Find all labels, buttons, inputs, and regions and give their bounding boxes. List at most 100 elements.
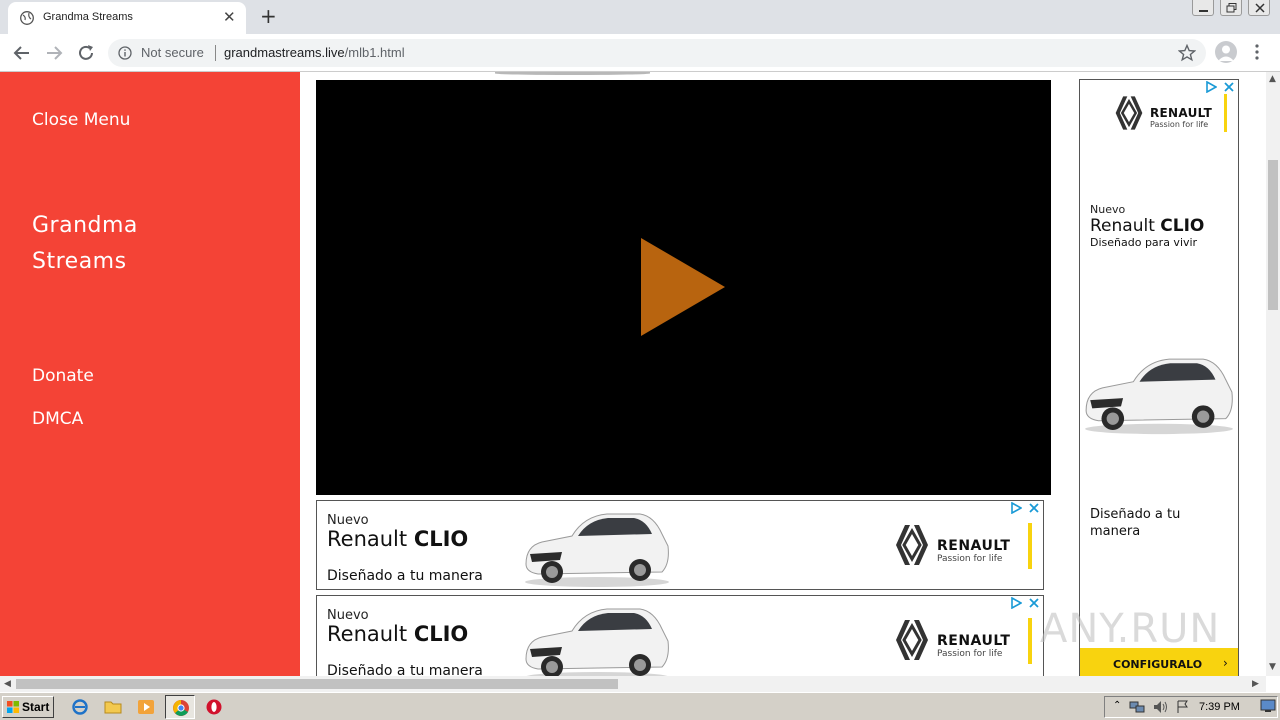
clock[interactable]: 7:39 PM bbox=[1199, 701, 1240, 713]
tab-grandma-streams[interactable]: Grandma Streams ✕ bbox=[8, 2, 246, 34]
donate-link[interactable]: Donate bbox=[32, 366, 94, 386]
minimize-button[interactable] bbox=[1192, 0, 1214, 16]
browser-toolbar: Not secure grandmastreams.live/mlb1.html bbox=[0, 34, 1280, 72]
ad-model-brand: Renault bbox=[327, 622, 414, 646]
volume-icon[interactable] bbox=[1153, 700, 1169, 714]
ad-model-name: CLIO bbox=[413, 622, 469, 646]
bookmark-star-icon[interactable] bbox=[1178, 44, 1196, 62]
ad-model-name: CLIO bbox=[1160, 216, 1205, 236]
vertical-scroll-thumb[interactable] bbox=[1268, 160, 1278, 310]
ad-model-brand: Renault bbox=[327, 527, 414, 551]
car-image bbox=[1085, 358, 1233, 435]
opera-icon[interactable] bbox=[205, 698, 223, 716]
ad-accent-bar bbox=[1224, 94, 1227, 132]
url-path: /mlb1.html bbox=[344, 45, 405, 60]
info-icon[interactable] bbox=[118, 46, 132, 60]
show-desktop-icon[interactable] bbox=[1260, 699, 1276, 713]
ad-brand: RENAULT bbox=[937, 538, 1011, 554]
ad-nuevo: Nuevo bbox=[327, 513, 369, 528]
ad-brand: RENAULT bbox=[937, 633, 1011, 649]
dmca-link[interactable]: DMCA bbox=[32, 409, 83, 429]
windows-logo-icon bbox=[7, 701, 19, 713]
ad-brand: RENAULT bbox=[1150, 106, 1213, 120]
anyrun-watermark: ANY.RUN bbox=[1040, 606, 1221, 652]
vertical-scrollbar[interactable]: ▲ ▼ bbox=[1266, 72, 1280, 676]
ad-model-brand: Renault bbox=[1090, 216, 1161, 236]
ad-choices bbox=[1205, 81, 1235, 93]
site-title-line1: Grandma bbox=[32, 213, 138, 238]
adchoices-icon[interactable] bbox=[1010, 502, 1022, 514]
video-player[interactable] bbox=[316, 80, 1051, 495]
address-bar[interactable]: Not secure grandmastreams.live/mlb1.html bbox=[108, 39, 1206, 67]
ad-accent-bar bbox=[1028, 618, 1032, 664]
renault-logo-icon bbox=[896, 620, 928, 660]
close-menu-link[interactable]: Close Menu bbox=[32, 110, 130, 130]
start-label: Start bbox=[22, 700, 50, 714]
url-host: grandmastreams.live bbox=[224, 45, 345, 60]
new-tab-button[interactable]: + bbox=[260, 5, 277, 27]
ad-slogan: Passion for life bbox=[937, 649, 1003, 659]
scroll-down-icon[interactable]: ▼ bbox=[1269, 662, 1276, 672]
tray-expand-icon[interactable]: ⌃ bbox=[1113, 700, 1121, 711]
car-image bbox=[525, 513, 669, 587]
forward-icon[interactable] bbox=[43, 42, 65, 64]
ad-tagline: Diseñado a tu manera bbox=[327, 663, 483, 676]
ad-slogan: Passion for life bbox=[937, 554, 1003, 564]
taskbar: Start ⌃ 7:39 PM bbox=[0, 692, 1280, 720]
adchoices-icon[interactable] bbox=[1205, 81, 1217, 93]
network-icon[interactable] bbox=[1129, 700, 1145, 714]
scroll-right-icon[interactable]: ▶ bbox=[1252, 679, 1259, 689]
horizontal-scroll-thumb[interactable] bbox=[16, 679, 618, 689]
back-icon[interactable] bbox=[11, 42, 33, 64]
chrome-icon bbox=[173, 700, 189, 716]
system-tray: ⌃ 7:39 PM bbox=[1104, 696, 1278, 718]
ad-tagline: Diseñado a tu manera bbox=[1090, 507, 1181, 539]
adchoices-icon[interactable] bbox=[1010, 597, 1022, 609]
taskbar-chrome-button[interactable] bbox=[165, 695, 195, 719]
scroll-left-icon[interactable]: ◀ bbox=[4, 679, 11, 689]
header-shadow bbox=[495, 72, 650, 75]
renault-logo-icon bbox=[1115, 96, 1143, 130]
reload-icon[interactable] bbox=[75, 42, 97, 64]
ad-nuevo: Nuevo bbox=[1090, 203, 1126, 216]
renault-banner-ad[interactable]: Nuevo Renault CLIO Diseñado a tu manera … bbox=[316, 595, 1044, 676]
action-center-flag-icon[interactable] bbox=[1175, 700, 1191, 714]
renault-skyscraper-ad[interactable]: RENAULT Passion for life Nuevo Renault C… bbox=[1079, 79, 1239, 676]
profile-avatar-icon[interactable] bbox=[1215, 41, 1237, 63]
web-page: Close Menu Grandma Streams Donate DMCA N… bbox=[0, 72, 1266, 676]
url-text[interactable]: grandmastreams.live/mlb1.html bbox=[224, 45, 405, 60]
scroll-up-icon[interactable]: ▲ bbox=[1269, 74, 1276, 84]
close-ad-icon[interactable] bbox=[1028, 502, 1040, 514]
security-label: Not secure bbox=[141, 45, 204, 60]
tab-title: Grandma Streams bbox=[43, 11, 133, 23]
play-icon[interactable] bbox=[640, 238, 726, 336]
configure-label: CONFIGURALO bbox=[1113, 658, 1203, 671]
close-tab-icon[interactable]: ✕ bbox=[223, 9, 236, 25]
ad-nuevo: Nuevo bbox=[327, 608, 369, 623]
close-ad-icon[interactable] bbox=[1223, 81, 1235, 93]
horizontal-scrollbar[interactable]: ◀ ▶ bbox=[0, 676, 1266, 692]
ad-model-name: CLIO bbox=[413, 527, 469, 551]
media-player-icon[interactable] bbox=[137, 698, 155, 716]
close-ad-icon[interactable] bbox=[1028, 597, 1040, 609]
globe-icon bbox=[20, 11, 34, 25]
configure-button[interactable]: CONFIGURALO › bbox=[1080, 648, 1238, 676]
renault-logo-icon bbox=[896, 525, 928, 565]
renault-banner-ad[interactable]: Nuevo Renault CLIO Diseñado a tu manera … bbox=[316, 500, 1044, 590]
omnibox-divider bbox=[215, 45, 216, 61]
folder-icon[interactable] bbox=[104, 698, 122, 716]
restore-button[interactable] bbox=[1220, 0, 1242, 16]
close-window-button[interactable] bbox=[1248, 0, 1270, 16]
start-button[interactable]: Start bbox=[2, 696, 54, 718]
close-icon bbox=[1255, 3, 1265, 13]
ad-tagline: Diseñado a tu manera bbox=[327, 568, 483, 584]
ad-model: Renault CLIO bbox=[327, 622, 468, 646]
site-title-line2: Streams bbox=[32, 249, 127, 274]
more-menu-icon[interactable] bbox=[1254, 44, 1260, 60]
car-image bbox=[525, 608, 669, 676]
ad-choices bbox=[1010, 502, 1040, 514]
ad-accent-bar bbox=[1028, 523, 1032, 569]
restore-icon bbox=[1226, 3, 1237, 13]
internet-explorer-icon[interactable] bbox=[71, 698, 89, 716]
ad-model: Renault CLIO bbox=[327, 527, 468, 551]
